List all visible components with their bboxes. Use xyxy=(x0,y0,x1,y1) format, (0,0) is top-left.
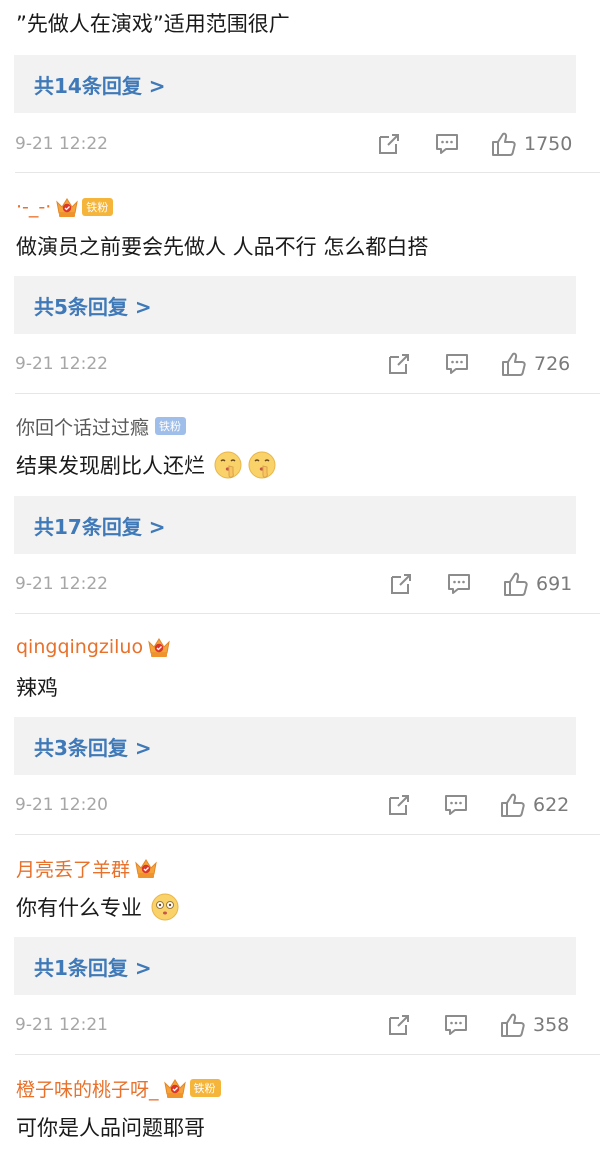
comment-text: 你有什么专业 xyxy=(16,892,180,922)
comment-text: 做演员之前要会先做人 人品不行 怎么都白搭 xyxy=(16,235,429,259)
fan-badge: 铁粉 xyxy=(189,1079,221,1097)
comment-time: 9-21 12:20 xyxy=(15,795,108,815)
comment-text: ”先做人在演戏”适用范围很广 xyxy=(16,12,290,36)
reply-button[interactable] xyxy=(444,351,470,377)
author-name[interactable]: 你回个话过过瘾 xyxy=(16,413,149,440)
share-icon xyxy=(386,792,412,818)
like-button[interactable]: 726 xyxy=(500,351,570,377)
shush-emoji-icon xyxy=(213,450,243,480)
view-replies-button[interactable]: 共1条回复 > xyxy=(14,937,576,995)
vip-crown-icon xyxy=(147,636,171,658)
view-replies-button[interactable]: 共3条回复 > xyxy=(14,717,576,775)
comment-icon xyxy=(443,1012,469,1038)
share-button[interactable] xyxy=(386,1012,412,1038)
vip-crown-icon xyxy=(134,857,158,879)
vip-crown-icon xyxy=(55,196,79,218)
comment-text: 结果发现剧比人还烂 xyxy=(16,450,277,480)
like-button[interactable]: 1750 xyxy=(490,131,572,157)
divider xyxy=(15,613,600,614)
comment-icon xyxy=(434,131,460,157)
view-replies-button[interactable]: 共14条回复 > xyxy=(14,55,576,113)
share-icon xyxy=(386,1012,412,1038)
author-name[interactable]: qingqingziluo xyxy=(16,636,143,658)
author-name[interactable]: ·-_-· xyxy=(16,196,51,218)
reply-button[interactable] xyxy=(443,1012,469,1038)
like-count: 358 xyxy=(533,1014,570,1036)
comment-time: 9-21 12:22 xyxy=(15,354,108,374)
view-replies-button[interactable]: 共17条回复 > xyxy=(14,496,576,554)
share-button[interactable] xyxy=(386,351,412,377)
divider xyxy=(15,1054,600,1055)
author-name[interactable]: 橙子味的桃子呀_ xyxy=(16,1075,159,1102)
comment-header: ·-_-· 铁粉 xyxy=(16,194,114,220)
comment-header: 橙子味的桃子呀_ 铁粉 xyxy=(16,1075,221,1101)
fan-badge: 铁粉 xyxy=(155,417,187,435)
comment-text-content: 结果发现剧比人还烂 xyxy=(16,454,205,478)
like-count: 1750 xyxy=(524,133,573,155)
divider xyxy=(15,172,600,173)
comment-header: qingqingziluo xyxy=(16,634,171,660)
vip-badge: 铁粉 xyxy=(159,1077,221,1099)
fan-badge: 铁粉 xyxy=(82,198,114,216)
comment-text: 可你是人品问题耶哥 xyxy=(16,1116,205,1140)
view-replies-label: 共3条回复 > xyxy=(34,735,152,760)
comment-time: 9-21 12:22 xyxy=(15,574,108,594)
share-button[interactable] xyxy=(376,131,402,157)
comment-meta: 9-21 12:22 691 xyxy=(0,571,600,597)
like-button[interactable]: 691 xyxy=(502,571,572,597)
comment-icon xyxy=(444,351,470,377)
vip-badge: 铁粉 xyxy=(51,196,114,218)
thumbs-up-icon xyxy=(502,570,530,598)
view-replies-button[interactable]: 共5条回复 > xyxy=(14,276,576,334)
author-name[interactable]: 月亮丢了羊群 xyxy=(16,855,130,882)
view-replies-label: 共1条回复 > xyxy=(34,955,152,980)
comment-time: 9-21 12:21 xyxy=(15,1015,108,1035)
thumbs-up-icon xyxy=(499,1011,527,1039)
comment-meta: 9-21 12:20 622 xyxy=(0,792,600,818)
like-button[interactable]: 622 xyxy=(499,792,569,818)
like-count: 726 xyxy=(534,353,571,375)
thumbs-up-icon xyxy=(490,130,518,158)
divider xyxy=(15,393,600,394)
comment-icon xyxy=(446,571,472,597)
reply-button[interactable] xyxy=(446,571,472,597)
share-icon xyxy=(386,351,412,377)
like-count: 622 xyxy=(533,794,570,816)
comment-header: 你回个话过过瘾 铁粉 xyxy=(16,413,187,440)
share-button[interactable] xyxy=(386,792,412,818)
like-button[interactable]: 358 xyxy=(499,1012,569,1038)
comment-icon xyxy=(443,792,469,818)
thumbs-up-icon xyxy=(499,791,527,819)
comment-meta: 9-21 12:22 726 xyxy=(0,351,600,377)
comment-meta: 9-21 12:21 358 xyxy=(0,1012,600,1038)
share-icon xyxy=(388,571,414,597)
thumbs-up-icon xyxy=(500,350,528,378)
comment-meta: 9-21 12:22 1750 xyxy=(0,131,600,157)
share-icon xyxy=(376,131,402,157)
comment-time: 9-21 12:22 xyxy=(15,134,108,154)
reply-button[interactable] xyxy=(443,792,469,818)
comment-text-content: 你有什么专业 xyxy=(16,896,142,920)
view-replies-label: 共5条回复 > xyxy=(34,294,152,319)
dizzy-emoji-icon xyxy=(150,892,180,922)
share-button[interactable] xyxy=(388,571,414,597)
view-replies-label: 共17条回复 > xyxy=(34,514,166,539)
view-replies-label: 共14条回复 > xyxy=(34,73,166,98)
comment-text: 辣鸡 xyxy=(16,676,58,700)
vip-crown-icon xyxy=(163,1077,187,1099)
reply-button[interactable] xyxy=(434,131,460,157)
shush-emoji-icon xyxy=(247,450,277,480)
divider xyxy=(15,834,600,835)
comment-header: 月亮丢了羊群 xyxy=(16,855,158,881)
like-count: 691 xyxy=(536,573,573,595)
